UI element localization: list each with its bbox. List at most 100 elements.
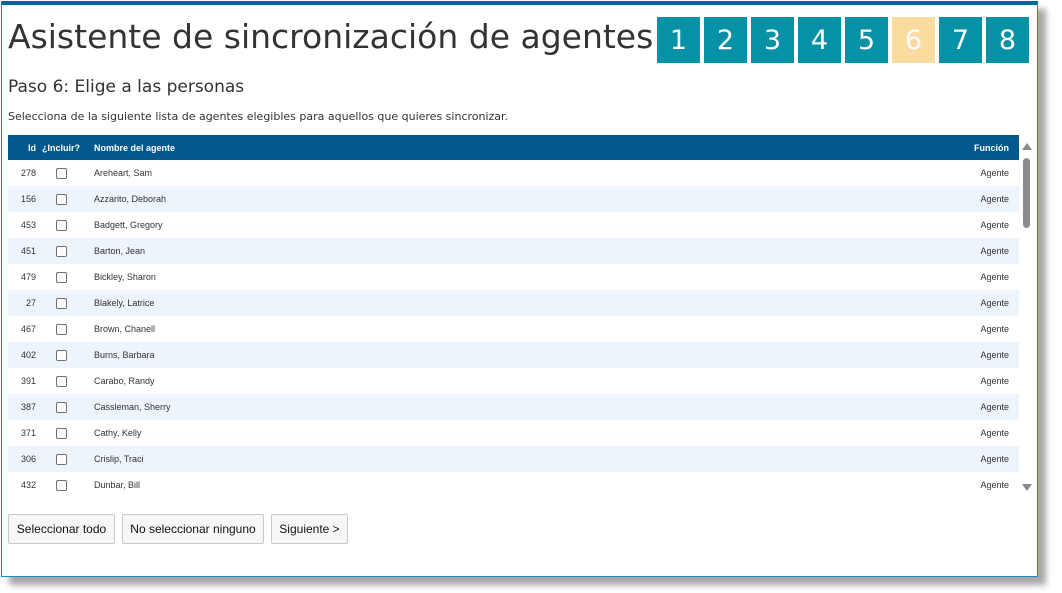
table-row[interactable]: 467 Brown, Chanell Agente — [8, 316, 1019, 342]
table-header-row: Id ¿Incluir? Nombre del agente Función — [8, 135, 1019, 160]
cell-function: Agente — [980, 350, 1009, 360]
table-row[interactable]: 278 Areheart, Sam Agente — [8, 160, 1019, 186]
cell-function: Agente — [980, 298, 1009, 308]
cell-id: 156 — [20, 194, 36, 204]
cell-function: Agente — [980, 324, 1009, 334]
include-checkbox[interactable] — [55, 219, 67, 231]
cell-id: 391 — [20, 376, 36, 386]
step-5[interactable]: 5 — [845, 17, 888, 63]
include-checkbox-cell[interactable] — [36, 264, 86, 290]
cell-function: Agente — [980, 272, 1009, 282]
table-scrollbar[interactable] — [1021, 141, 1033, 493]
cell-function: Agente — [980, 454, 1009, 464]
include-checkbox-cell[interactable] — [36, 394, 86, 420]
cell-id: 453 — [20, 220, 36, 230]
cell-id: 467 — [20, 324, 36, 334]
table-row[interactable]: 451 Barton, Jean Agente — [8, 238, 1019, 264]
agents-table: Id ¿Incluir? Nombre del agente Función 2… — [8, 135, 1019, 498]
cell-agent-name: Carabo, Randy — [94, 376, 155, 386]
include-checkbox-cell[interactable] — [36, 316, 86, 342]
step-8[interactable]: 8 — [986, 17, 1029, 63]
cell-agent-name: Cassleman, Sherry — [94, 402, 171, 412]
include-checkbox-cell[interactable] — [36, 238, 86, 264]
include-checkbox-cell[interactable] — [36, 368, 86, 394]
step-1[interactable]: 1 — [657, 17, 700, 63]
scroll-thumb[interactable] — [1023, 158, 1030, 228]
step-3[interactable]: 3 — [751, 17, 794, 63]
table-row[interactable]: 387 Cassleman, Sherry Agente — [8, 394, 1019, 420]
cell-function: Agente — [980, 402, 1009, 412]
include-checkbox-cell[interactable] — [36, 420, 86, 446]
cell-agent-name: Badgett, Gregory — [94, 220, 163, 230]
include-checkbox[interactable] — [55, 479, 67, 491]
cell-id: 371 — [20, 428, 36, 438]
include-checkbox[interactable] — [55, 375, 67, 387]
cell-agent-name: Dunbar, Bill — [94, 480, 141, 490]
cell-agent-name: Areheart, Sam — [94, 168, 153, 178]
cell-id: 479 — [20, 272, 36, 282]
include-checkbox[interactable] — [55, 167, 67, 179]
include-checkbox[interactable] — [55, 323, 67, 335]
include-checkbox[interactable] — [55, 427, 67, 439]
cell-function: Agente — [980, 376, 1009, 386]
table-row[interactable]: 27 Blakely, Latrice Agente — [8, 290, 1019, 316]
cell-id: 451 — [20, 246, 36, 256]
table-row[interactable]: 432 Dunbar, Bill Agente — [8, 472, 1019, 498]
include-checkbox[interactable] — [55, 349, 67, 361]
agents-table-container[interactable]: Id ¿Incluir? Nombre del agente Función 2… — [8, 135, 1019, 499]
step-7[interactable]: 7 — [939, 17, 982, 63]
cell-function: Agente — [980, 220, 1009, 230]
include-checkbox[interactable] — [55, 453, 67, 465]
cell-agent-name: Blakely, Latrice — [94, 298, 155, 308]
cell-agent-name: Barton, Jean — [94, 246, 146, 256]
cell-agent-name: Cathy, Kelly — [94, 428, 142, 438]
include-checkbox-cell[interactable] — [36, 446, 86, 472]
select-none-button[interactable]: No seleccionar ninguno — [122, 514, 264, 544]
include-checkbox[interactable] — [55, 297, 67, 309]
col-header-id[interactable]: Id — [8, 135, 36, 160]
step-6-current[interactable]: 6 — [892, 17, 935, 63]
include-checkbox[interactable] — [55, 271, 67, 283]
cell-id: 306 — [20, 454, 36, 464]
step-subtitle: Paso 6: Elige a las personas — [8, 77, 245, 97]
table-row[interactable]: 156 Azzarito, Deborah Agente — [8, 186, 1019, 212]
cell-function: Agente — [980, 428, 1009, 438]
step-2[interactable]: 2 — [704, 17, 747, 63]
col-header-include[interactable]: ¿Incluir? — [36, 135, 86, 160]
table-row[interactable]: 402 Burns, Barbara Agente — [8, 342, 1019, 368]
table-row[interactable]: 391 Carabo, Randy Agente — [8, 368, 1019, 394]
col-header-name[interactable]: Nombre del agente — [86, 135, 909, 160]
table-row[interactable]: 453 Badgett, Gregory Agente — [8, 212, 1019, 238]
include-checkbox-cell[interactable] — [36, 342, 86, 368]
cell-function: Agente — [980, 246, 1009, 256]
include-checkbox-cell[interactable] — [36, 186, 86, 212]
include-checkbox-cell[interactable] — [36, 212, 86, 238]
next-button[interactable]: Siguiente > — [271, 514, 348, 544]
scroll-down-arrow-icon[interactable] — [1022, 484, 1032, 491]
include-checkbox[interactable] — [55, 245, 67, 257]
include-checkbox-cell[interactable] — [36, 160, 86, 186]
cell-id: 387 — [20, 402, 36, 412]
cell-agent-name: Azzarito, Deborah — [94, 194, 167, 204]
cell-function: Agente — [980, 480, 1009, 490]
cell-agent-name: Brown, Chanell — [94, 324, 156, 334]
cell-agent-name: Burns, Barbara — [94, 350, 155, 360]
include-checkbox[interactable] — [55, 193, 67, 205]
cell-agent-name: Bickley, Sharon — [94, 272, 156, 282]
cell-function: Agente — [980, 194, 1009, 204]
include-checkbox-cell[interactable] — [36, 472, 86, 498]
cell-id: 402 — [20, 350, 36, 360]
cell-function: Agente — [980, 168, 1009, 178]
col-header-function[interactable]: Función — [909, 135, 1019, 160]
include-checkbox[interactable] — [55, 401, 67, 413]
include-checkbox-cell[interactable] — [36, 290, 86, 316]
table-row[interactable]: 306 Crislip, Traci Agente — [8, 446, 1019, 472]
scroll-up-arrow-icon[interactable] — [1022, 143, 1032, 150]
table-body: 278 Areheart, Sam Agente 156 Azzarito, Debor… — [8, 160, 1019, 498]
step-4[interactable]: 4 — [798, 17, 841, 63]
select-all-button[interactable]: Seleccionar todo — [8, 514, 115, 544]
page-title: Asistente de sincronización de agentes — [8, 17, 654, 56]
table-row[interactable]: 479 Bickley, Sharon Agente — [8, 264, 1019, 290]
cell-id: 278 — [20, 168, 36, 178]
table-row[interactable]: 371 Cathy, Kelly Agente — [8, 420, 1019, 446]
